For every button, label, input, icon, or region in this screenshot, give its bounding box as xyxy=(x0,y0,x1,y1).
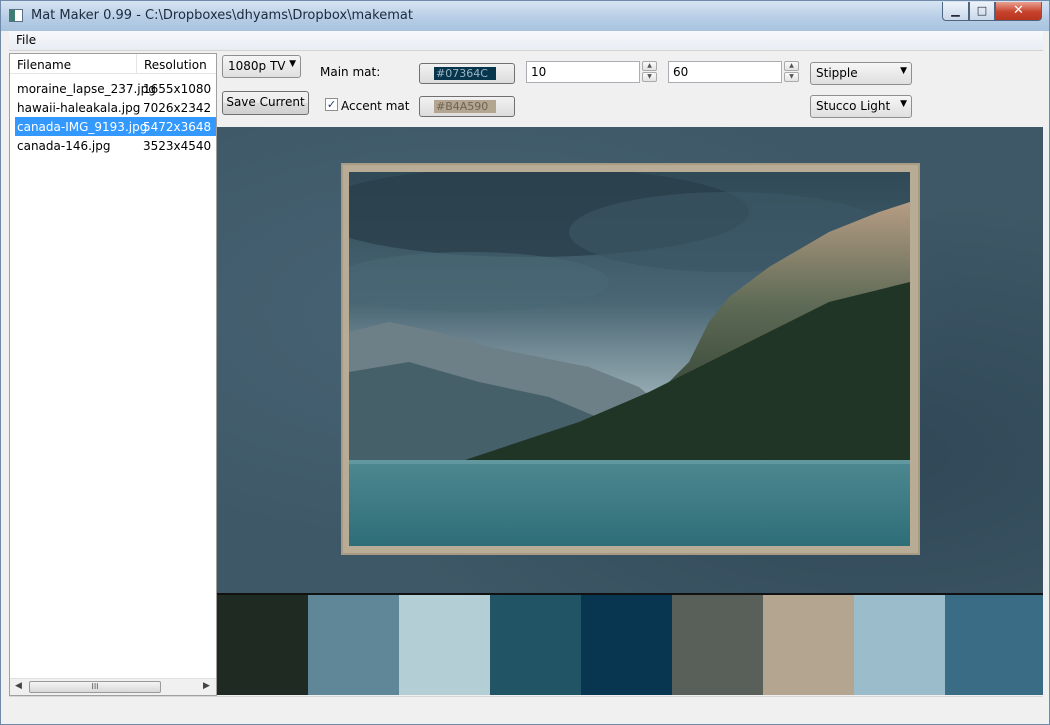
menu-bar: File xyxy=(9,31,1043,50)
status-bar xyxy=(9,696,1043,718)
mat-preview xyxy=(217,127,1043,593)
accent-mat-checkbox[interactable]: ✓ xyxy=(325,98,338,111)
horizontal-scrollbar[interactable]: ◀ III ▶ xyxy=(10,678,216,695)
spin-up-icon[interactable]: ▲ xyxy=(642,61,657,71)
file-resolution: 7026x2342 xyxy=(143,101,212,115)
palette-swatch[interactable] xyxy=(581,595,672,695)
palette-swatch[interactable] xyxy=(854,595,945,695)
scroll-thumb[interactable]: III xyxy=(29,681,161,693)
title-bar[interactable]: Mat Maker 0.99 - C:\Dropboxes\dhyams\Dro… xyxy=(1,1,1049,31)
maximize-button[interactable]: □ xyxy=(969,2,995,21)
width-spinner[interactable]: ▲ ▼ xyxy=(642,61,657,83)
column-header-filename[interactable]: Filename xyxy=(17,58,71,72)
mountain-lake-image xyxy=(349,172,910,546)
spin-down-icon[interactable]: ▼ xyxy=(642,72,657,82)
column-header-resolution[interactable]: Resolution xyxy=(144,58,207,72)
file-row-selected[interactable]: canada-IMG_9193.jpg 5472x3648 xyxy=(15,117,216,136)
accent-mat-color-button[interactable]: #B4A590 xyxy=(419,96,515,117)
scroll-left-icon[interactable]: ◀ xyxy=(15,681,22,691)
file-resolution: 5472x3648 xyxy=(143,120,212,134)
height-input[interactable]: 60 xyxy=(668,61,782,83)
file-list[interactable]: Filename Resolution moraine_lapse_237.jp… xyxy=(9,53,217,696)
accent-mat-color-swatch: #B4A590 xyxy=(434,100,496,113)
texture-value: Stipple xyxy=(816,66,858,80)
app-window: Mat Maker 0.99 - C:\Dropboxes\dhyams\Dro… xyxy=(0,0,1050,725)
column-divider[interactable] xyxy=(136,54,137,74)
file-row[interactable]: hawaii-haleakala.jpg 7026x2342 xyxy=(15,98,216,117)
list-header: Filename Resolution xyxy=(10,54,216,74)
file-row[interactable]: moraine_lapse_237.jpg 1655x1080 xyxy=(15,79,216,98)
palette-swatch[interactable] xyxy=(945,595,1043,695)
scroll-right-icon[interactable]: ▶ xyxy=(203,681,210,691)
spin-down-icon[interactable]: ▼ xyxy=(784,72,799,82)
file-name: hawaii-haleakala.jpg xyxy=(17,101,141,115)
file-row[interactable]: canada-146.jpg 3523x4540 xyxy=(15,136,216,155)
close-button[interactable]: ✕ xyxy=(995,2,1042,21)
palette-swatch[interactable] xyxy=(763,595,854,695)
accent-mat-label[interactable]: Accent mat xyxy=(341,99,409,113)
main-mat-color-button[interactable]: #07364C xyxy=(419,63,515,84)
file-name: moraine_lapse_237.jpg xyxy=(17,82,156,96)
preset-select[interactable]: 1080p TV ▼ xyxy=(222,55,301,78)
finish-value: Stucco Light xyxy=(816,99,891,113)
file-name: canada-IMG_9193.jpg xyxy=(17,120,148,134)
height-spinner[interactable]: ▲ ▼ xyxy=(784,61,799,83)
minimize-button[interactable]: ▁ xyxy=(942,2,969,21)
file-resolution: 1655x1080 xyxy=(143,82,212,96)
color-palette xyxy=(217,593,1043,695)
app-icon xyxy=(9,9,23,22)
main-mat-label: Main mat: xyxy=(320,65,381,79)
palette-swatch[interactable] xyxy=(672,595,763,695)
client-area: Filename Resolution moraine_lapse_237.jp… xyxy=(9,50,1043,696)
save-current-button[interactable]: Save Current xyxy=(222,91,309,115)
palette-swatch[interactable] xyxy=(217,595,308,695)
file-name: canada-146.jpg xyxy=(17,139,111,153)
texture-select[interactable]: Stipple ▼ xyxy=(810,62,912,85)
palette-swatch[interactable] xyxy=(490,595,581,695)
dropdown-arrow-icon: ▼ xyxy=(900,66,907,76)
spin-up-icon[interactable]: ▲ xyxy=(784,61,799,71)
width-input[interactable]: 10 xyxy=(526,61,640,83)
dropdown-arrow-icon: ▼ xyxy=(289,59,296,69)
main-mat-color-swatch: #07364C xyxy=(434,67,496,80)
file-resolution: 3523x4540 xyxy=(143,139,212,153)
preview-photo xyxy=(349,172,910,546)
window-title: Mat Maker 0.99 - C:\Dropboxes\dhyams\Dro… xyxy=(31,8,413,23)
menu-file[interactable]: File xyxy=(16,33,36,47)
palette-swatch[interactable] xyxy=(399,595,490,695)
preset-value: 1080p TV xyxy=(228,59,286,73)
finish-select[interactable]: Stucco Light ▼ xyxy=(810,95,912,118)
dropdown-arrow-icon: ▼ xyxy=(900,99,907,109)
palette-swatch[interactable] xyxy=(308,595,399,695)
